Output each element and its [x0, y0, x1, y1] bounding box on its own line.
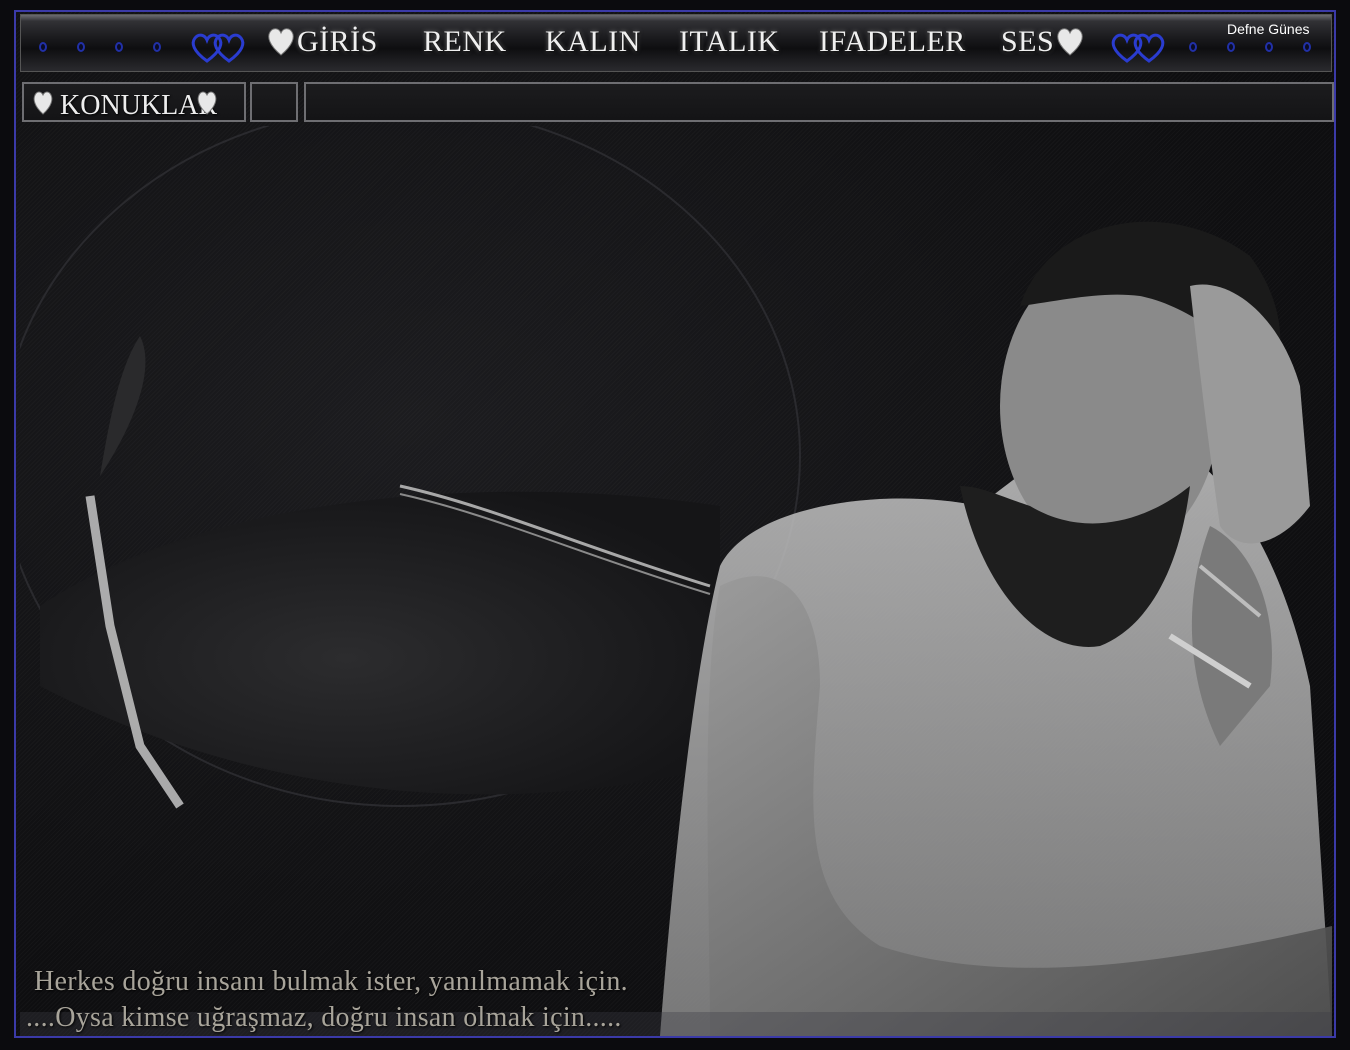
menu-label-renk: RENK: [423, 25, 507, 58]
ring-dot-icon: [1303, 42, 1311, 52]
menu-label-italik: ITALIK: [679, 25, 780, 58]
ring-dot-icon: [1227, 42, 1235, 52]
blue-hearts-icon: [191, 33, 245, 63]
road-portrait-illustration: [20, 126, 1332, 1036]
background-artwork: Herkes doğru insanı bulmak ister, yanılm…: [20, 126, 1332, 1036]
quote-line-2: ....Oysa kimse uğraşmaz, doğru insan olm…: [26, 1002, 622, 1033]
ring-dot-icon: [39, 42, 47, 52]
menu-item-giris[interactable]: GİRİS: [265, 25, 378, 59]
menu-label-ifadeler: IFADELER: [819, 25, 966, 58]
top-menu-bar: GİRİS RENK KALIN ITALIK IFADELER SES Def…: [20, 14, 1332, 72]
guests-button[interactable]: KONUKLAR: [22, 82, 246, 122]
guests-label: KONUKLAR: [60, 90, 218, 121]
ring-dot-icon: [77, 42, 85, 52]
chat-frame: GİRİS RENK KALIN ITALIK IFADELER SES Def…: [14, 10, 1336, 1038]
menu-item-ifadeler[interactable]: IFADELER: [819, 25, 966, 59]
ring-dot-icon: [153, 42, 161, 52]
small-box-button[interactable]: [250, 82, 298, 122]
menu-item-renk[interactable]: RENK: [423, 25, 507, 59]
message-input[interactable]: [304, 82, 1334, 122]
ring-dot-icon: [1189, 42, 1197, 52]
menu-label-ses: SES: [1001, 25, 1055, 58]
user-name[interactable]: Defne Günes: [1227, 21, 1310, 37]
ring-dot-icon: [1265, 42, 1273, 52]
blue-hearts-icon: [1111, 33, 1165, 63]
quote-line-1: Herkes doğru insanı bulmak ister, yanılm…: [34, 966, 628, 997]
menu-label-kalin: KALIN: [545, 25, 641, 58]
menu-item-italik[interactable]: ITALIK: [679, 25, 780, 59]
menu-label-giris: GİRİS: [297, 25, 378, 58]
menu-item-ses[interactable]: SES: [1001, 25, 1086, 59]
ring-dot-icon: [115, 42, 123, 52]
white-heart-icon: [33, 91, 53, 115]
white-heart-icon: [197, 91, 217, 115]
white-heart-icon: [268, 28, 294, 56]
menu-item-kalin[interactable]: KALIN: [545, 25, 641, 59]
white-heart-icon: [1057, 28, 1083, 56]
